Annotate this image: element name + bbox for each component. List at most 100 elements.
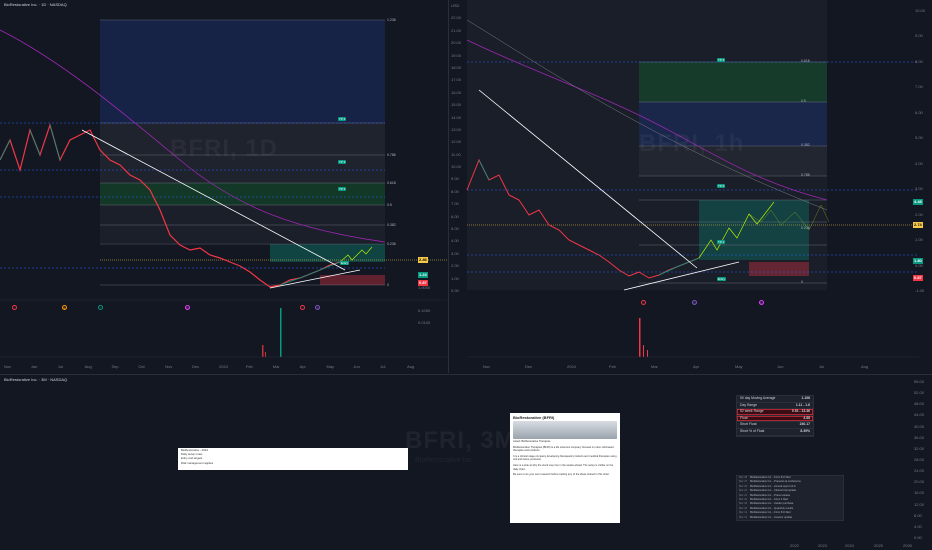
stats-label: Short Float — [740, 422, 757, 427]
price-tick: 40.00 — [914, 423, 925, 429]
price-tick: -1.00 — [915, 288, 925, 293]
signal-marker-icon[interactable]: S — [315, 305, 320, 310]
time-tick: Mar — [651, 364, 658, 369]
buy-tag: TP 4 — [338, 117, 347, 121]
stats-value: 8.39% — [800, 428, 810, 433]
signal-marker-icon[interactable]: ↓ — [12, 305, 17, 310]
price-tick: 21.00 — [451, 27, 462, 33]
signal-marker-icon[interactable]: ↓ — [300, 305, 305, 310]
buy-tag: Entry — [340, 261, 350, 265]
price-tick: 0.0100 — [418, 320, 431, 325]
buy-tag: TP 2 — [338, 187, 347, 191]
price-tick: 4.00 — [451, 238, 459, 244]
price-tick: 28.00 — [914, 457, 925, 462]
price-tick: 7.00 — [451, 201, 459, 207]
time-tick: Mar — [272, 364, 280, 369]
info-card-title: BioRestorative (BFRI) — [513, 415, 555, 420]
symbol-watermark: BFRI, 1h — [639, 130, 745, 157]
price-tick: 3.00 — [451, 250, 459, 256]
small-note-card[interactable]: BioRestorative - 2024 Daily setup notes En… — [178, 448, 408, 470]
time-tick: Apr — [299, 364, 306, 369]
price-label[interactable]: 0.87 — [913, 275, 923, 281]
stats-value: 240.17 — [799, 422, 810, 427]
fib-level-label: 0.618 — [801, 59, 810, 63]
fib-level-label: 0.786 — [801, 173, 810, 177]
price-tick: 9.00 — [915, 33, 923, 39]
fib-level-label: 0.5 — [801, 99, 806, 103]
time-tick: 2024 — [567, 364, 576, 369]
time-tick: Jul — [57, 364, 63, 369]
price-tick: 10.00 — [915, 8, 926, 13]
info-card-image — [513, 421, 617, 439]
chart-pane-bottom[interactable]: BioRestorative Inc. · 3M · NASDAQ BFRI, … — [0, 374, 932, 550]
stats-row: 50 day Moving Average 1.106 — [737, 396, 813, 403]
stats-row: Short Float 240.17 — [737, 422, 813, 429]
price-label[interactable]: 2.46 — [418, 257, 428, 263]
chart-pane-top-left[interactable]: BioRestorative Inc. · 1D · NASDAQ BFRI, … — [0, 0, 447, 373]
time-tick: Nov — [165, 364, 173, 369]
info-card-paragraph: Listed: BioRestorative Therapies — [513, 440, 551, 443]
time-tick: Nov — [483, 364, 491, 369]
signal-marker-icon[interactable]: D — [759, 300, 764, 305]
stats-row: Day Range 1.11 - 1.6 — [737, 403, 813, 410]
small-card-line: Risk management applies — [181, 460, 214, 465]
stats-value: 1.106 — [801, 396, 811, 400]
stats-table[interactable]: 50 day Moving Average 1.106 Day Range 1.11 … — [736, 395, 814, 437]
price-tick: 1.00 — [451, 275, 459, 281]
price-tick: 20.00 — [451, 40, 462, 46]
stats-label: 52 week Range — [740, 409, 764, 414]
time-tick: Nov — [4, 364, 12, 369]
fib-level-label: 0.236 — [387, 242, 396, 246]
price-chart-svg[interactable] — [0, 0, 447, 373]
price-tick: 20.00 — [914, 479, 925, 485]
price-tick: 16.00 — [914, 490, 925, 496]
time-tick: Aug — [407, 364, 415, 369]
fib-zone-blue — [100, 20, 385, 123]
symbol-header[interactable]: BioRestorative Inc. · 3M · NASDAQ — [4, 377, 67, 382]
signal-marker-icon[interactable]: S — [692, 300, 697, 305]
stats-row: Short % of Float 8.39% — [737, 429, 813, 436]
stats-row: Float 4.88 — [737, 415, 813, 423]
signal-marker-icon[interactable]: D — [185, 305, 190, 310]
price-tick: 24.00 — [914, 468, 925, 474]
time-tick: Jan — [30, 364, 38, 369]
time-tick: Jul — [819, 364, 825, 369]
chart-pane-top-right[interactable]: BioRestorative Inc. · 1h · NASDAQ — [448, 0, 932, 373]
stats-value: 4.88 — [803, 415, 810, 420]
buy-tag: Entry — [717, 277, 727, 281]
buy-tag: TP 1 — [717, 240, 726, 244]
time-tick: Jun — [353, 364, 360, 369]
info-card[interactable]: BioRestorative (BFRI) Listed: BioRestora… — [510, 413, 620, 523]
price-label[interactable]: 1.24 — [418, 272, 428, 278]
small-card-lines: BioRestorative - 2024 Daily setup notes En… — [178, 448, 408, 465]
price-tick: 15.00 — [451, 102, 462, 108]
fib-level-label: 0.786 — [387, 153, 396, 157]
info-card-paragraph: Here is a look at why the stock may rise… — [513, 463, 614, 471]
price-tick: 14.00 — [451, 114, 462, 120]
stats-value: 1.11 - 1.6 — [795, 402, 810, 407]
time-tick: May — [735, 364, 743, 369]
stats-label: Float — [740, 415, 748, 420]
time-tick: Feb — [245, 364, 253, 369]
price-tick: 7.00 — [915, 84, 923, 90]
signal-marker-icon[interactable]: ↑ — [98, 305, 103, 310]
time-tick: Aug — [84, 364, 92, 369]
price-tick: 0.00 — [451, 288, 459, 293]
time-tick: Feb — [609, 364, 616, 369]
signal-marker-icon[interactable]: ↓ — [641, 300, 646, 305]
price-tick: 4.00 — [915, 160, 923, 166]
price-chart-svg[interactable] — [449, 0, 932, 373]
news-panel[interactable]: Mar 28 BioRestorative Inc. - Form 8-K fil… — [736, 475, 844, 521]
price-tick: 13.00 — [451, 126, 462, 132]
stop-zone-red — [749, 262, 809, 276]
stats-row: 52 week Range 0.91 - 13.46 — [737, 409, 813, 416]
price-tick: 1.0000 — [418, 285, 431, 290]
price-tick: 6.00 — [915, 109, 923, 115]
time-tick: 2024 — [845, 543, 854, 548]
buy-tag: TP 3 — [338, 160, 347, 164]
signal-marker-icon[interactable]: E — [62, 305, 67, 310]
price-label[interactable]: 2.74 — [913, 222, 923, 228]
news-row[interactable]: Mar 12 BioRestorative Inc. - Investor upd… — [737, 516, 843, 520]
fib-level-label: 0.382 — [801, 143, 810, 147]
price-label[interactable]: 4.48 — [913, 199, 923, 205]
